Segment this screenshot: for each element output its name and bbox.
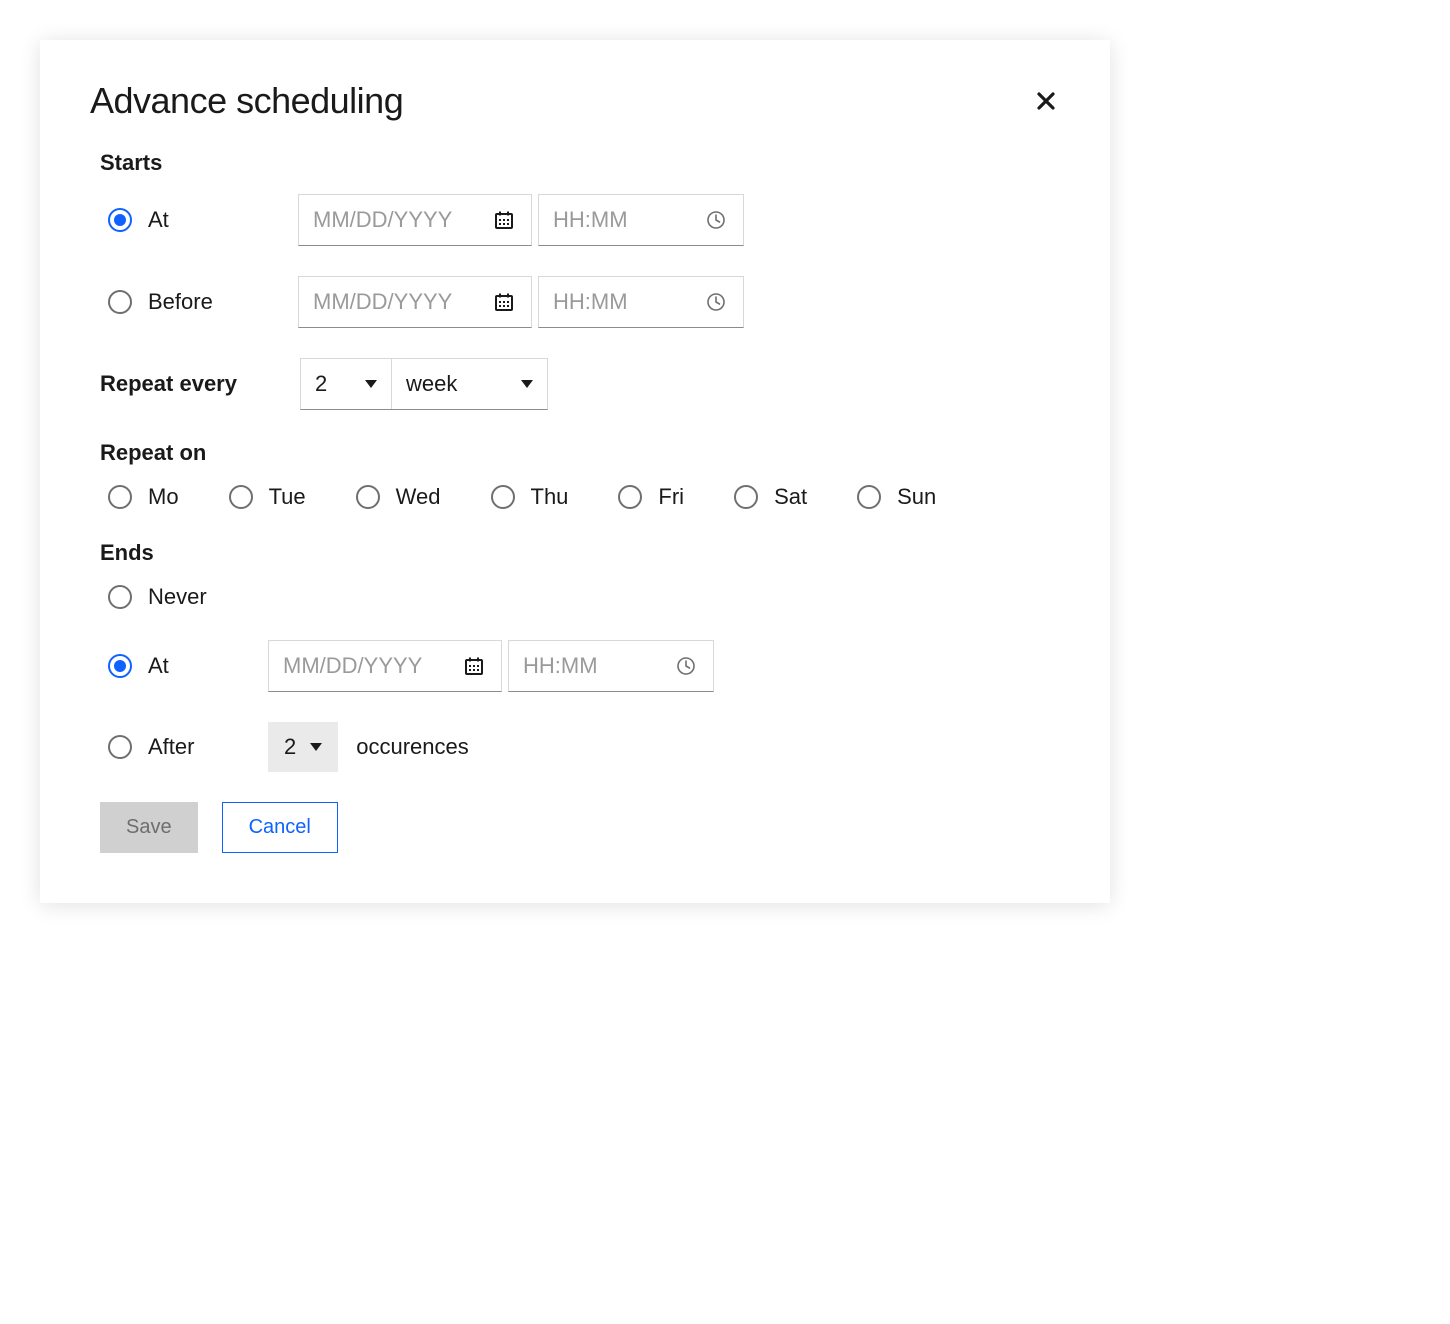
starts-before-radio[interactable] [108, 290, 132, 314]
repeat-on-day-radio[interactable] [491, 485, 515, 509]
starts-before-label[interactable]: Before [148, 289, 298, 315]
starts-at-date-picker-button[interactable] [476, 194, 532, 246]
repeat-every-count-select[interactable]: 2 [301, 359, 391, 409]
ends-after-count-select[interactable]: 2 [268, 722, 338, 772]
cancel-button[interactable]: Cancel [222, 802, 338, 853]
chevron-down-icon [521, 380, 533, 388]
repeat-every-row: Repeat every 2 week [90, 358, 1060, 410]
clock-icon [706, 210, 726, 230]
repeat-on-day-sat[interactable]: Sat [734, 484, 807, 510]
starts-before-time-picker-button[interactable] [688, 276, 744, 328]
ends-never-row: Never [90, 584, 1060, 610]
starts-at-time-input[interactable] [538, 194, 688, 246]
starts-before-date-picker-button[interactable] [476, 276, 532, 328]
ends-at-label[interactable]: At [148, 653, 268, 679]
repeat-on-day-thu[interactable]: Thu [491, 484, 569, 510]
day-label: Wed [396, 484, 441, 510]
day-label: Thu [531, 484, 569, 510]
starts-at-radio[interactable] [108, 208, 132, 232]
occurrences-label: occurences [356, 734, 469, 760]
save-button[interactable]: Save [100, 802, 198, 853]
ends-at-time-input[interactable] [508, 640, 658, 692]
day-label: Sun [897, 484, 936, 510]
ends-at-inputs [268, 640, 714, 692]
repeat-every-unit-value: week [406, 371, 457, 397]
repeat-on-day-wed[interactable]: Wed [356, 484, 441, 510]
ends-at-radio[interactable] [108, 654, 132, 678]
ends-at-date-picker-button[interactable] [446, 640, 502, 692]
ends-at-date-input[interactable] [268, 640, 446, 692]
close-button[interactable] [1032, 87, 1060, 115]
repeat-on-days: Mo Tue Wed Thu Fri Sat Sun [90, 484, 1060, 510]
chevron-down-icon [365, 380, 377, 388]
clock-icon [706, 292, 726, 312]
calendar-icon [494, 210, 514, 230]
repeat-on-day-radio[interactable] [857, 485, 881, 509]
starts-at-row: At [90, 194, 1060, 246]
repeat-every-count-value: 2 [315, 371, 327, 397]
advance-scheduling-dialog: Advance scheduling Starts At [40, 40, 1110, 903]
starts-before-time-input[interactable] [538, 276, 688, 328]
ends-at-row: At [90, 640, 1060, 692]
repeat-on-day-radio[interactable] [734, 485, 758, 509]
repeat-every-unit-select[interactable]: week [391, 359, 547, 409]
ends-after-count-value: 2 [284, 734, 296, 760]
repeat-on-day-mo[interactable]: Mo [108, 484, 179, 510]
repeat-every-label: Repeat every [100, 371, 300, 397]
repeat-on-day-fri[interactable]: Fri [618, 484, 684, 510]
calendar-icon [464, 656, 484, 676]
day-label: Mo [148, 484, 179, 510]
day-label: Sat [774, 484, 807, 510]
starts-at-inputs [298, 194, 744, 246]
ends-at-time-picker-button[interactable] [658, 640, 714, 692]
starts-at-date-input[interactable] [298, 194, 476, 246]
day-label: Fri [658, 484, 684, 510]
calendar-icon [494, 292, 514, 312]
close-icon [1036, 91, 1056, 111]
clock-icon [676, 656, 696, 676]
repeat-on-day-radio[interactable] [229, 485, 253, 509]
starts-before-date-input[interactable] [298, 276, 476, 328]
starts-before-row: Before [90, 276, 1060, 328]
dialog-footer: Save Cancel [90, 802, 1060, 853]
dialog-header: Advance scheduling [90, 80, 1060, 122]
ends-after-row: After 2 occurences [90, 722, 1060, 772]
starts-at-time-picker-button[interactable] [688, 194, 744, 246]
repeat-on-heading: Repeat on [90, 440, 1060, 466]
repeat-on-day-radio[interactable] [108, 485, 132, 509]
starts-at-label[interactable]: At [148, 207, 298, 233]
ends-never-label[interactable]: Never [148, 584, 298, 610]
ends-after-radio[interactable] [108, 735, 132, 759]
starts-heading: Starts [90, 150, 1060, 176]
chevron-down-icon [310, 743, 322, 751]
ends-after-label[interactable]: After [148, 734, 268, 760]
dialog-title: Advance scheduling [90, 80, 403, 122]
repeat-on-day-sun[interactable]: Sun [857, 484, 936, 510]
repeat-on-day-radio[interactable] [356, 485, 380, 509]
ends-heading: Ends [90, 540, 1060, 566]
repeat-every-selects: 2 week [300, 358, 548, 410]
ends-never-radio[interactable] [108, 585, 132, 609]
repeat-on-day-radio[interactable] [618, 485, 642, 509]
day-label: Tue [269, 484, 306, 510]
starts-before-inputs [298, 276, 744, 328]
repeat-on-day-tue[interactable]: Tue [229, 484, 306, 510]
